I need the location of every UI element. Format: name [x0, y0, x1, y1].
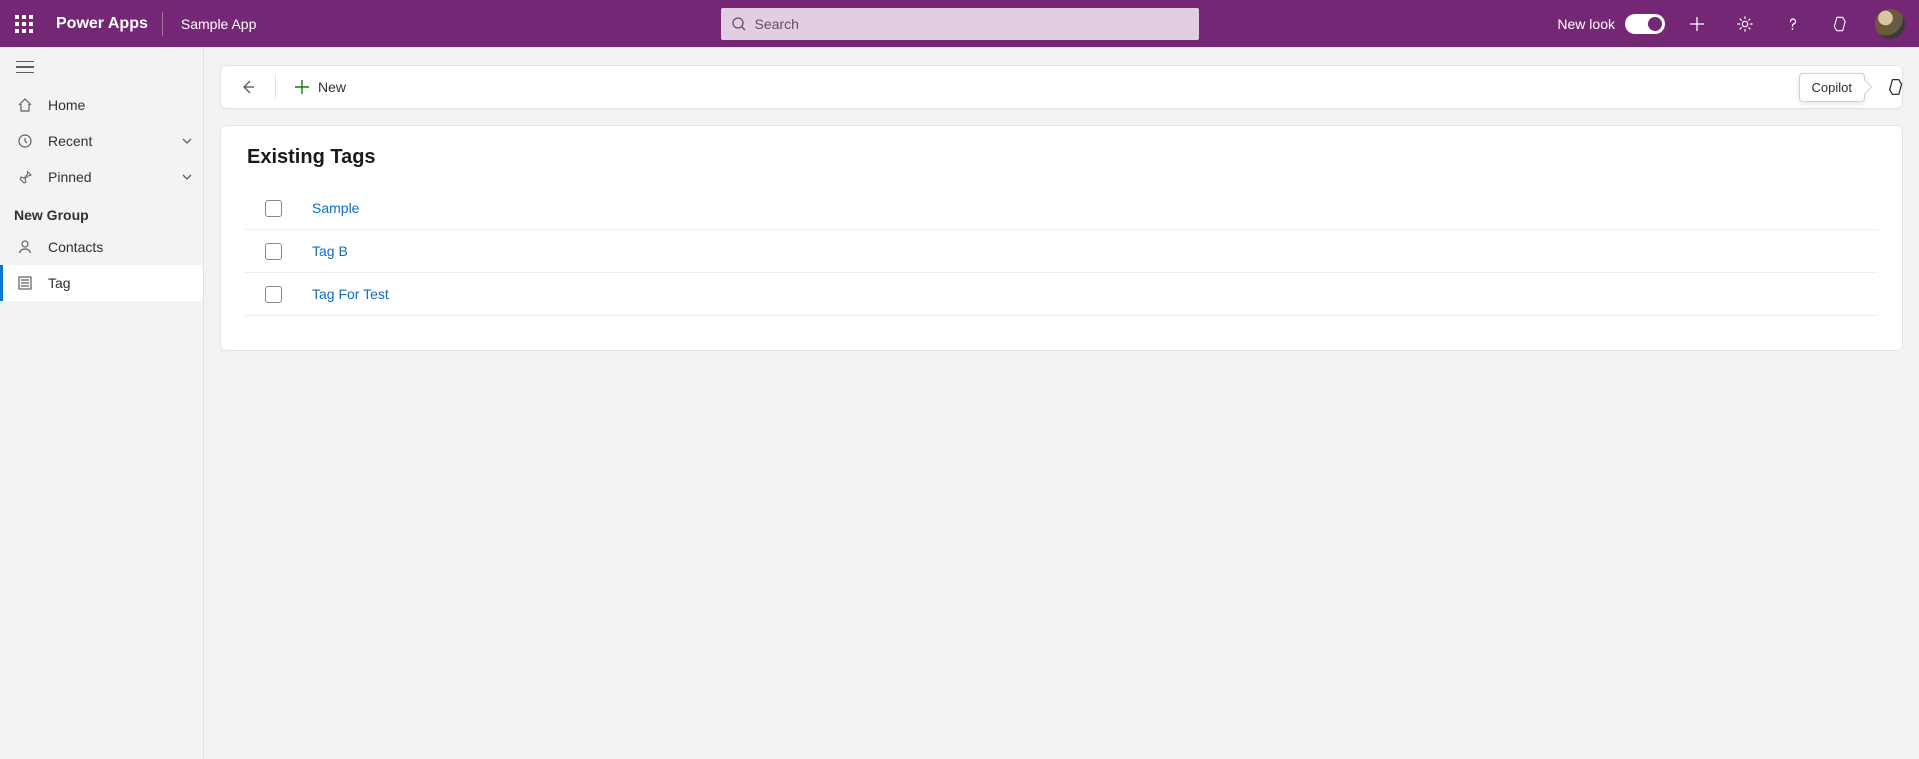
pin-icon [16, 169, 34, 185]
person-icon [16, 239, 34, 255]
nav-item-label: Pinned [48, 169, 92, 185]
nav-group-label: New Group [0, 195, 203, 229]
product-name: Power Apps [48, 15, 162, 33]
row-checkbox[interactable] [265, 200, 282, 217]
content-card: Existing Tags Sample Tag B Tag For Test [220, 125, 1903, 351]
add-button[interactable] [1673, 0, 1721, 47]
waffle-icon [15, 15, 33, 33]
new-look-toggle-group: New look [1551, 14, 1673, 34]
chevron-down-icon [181, 171, 193, 183]
search-box[interactable] [721, 8, 1199, 40]
plus-icon [294, 79, 310, 95]
new-button-label: New [318, 79, 346, 95]
search-input[interactable] [755, 16, 1189, 32]
section-title: Existing Tags [245, 146, 1878, 169]
search-icon [731, 16, 747, 32]
row-checkbox[interactable] [265, 243, 282, 260]
copilot-tooltip: Copilot [1799, 73, 1865, 102]
settings-button[interactable] [1721, 0, 1769, 47]
table-row: Tag For Test [245, 273, 1878, 316]
copilot-icon [1831, 14, 1851, 34]
left-nav: Home Recent Pinned New Group [0, 47, 204, 759]
back-button[interactable] [229, 69, 267, 105]
back-arrow-icon [239, 78, 257, 96]
tag-name-link[interactable]: Sample [312, 200, 359, 216]
gear-icon [1736, 15, 1754, 33]
nav-item-label: Home [48, 97, 85, 113]
app-body: Home Recent Pinned New Group [0, 47, 1919, 759]
global-header: Power Apps Sample App New look [0, 0, 1919, 47]
copilot-rail: Copilot [1799, 65, 1919, 109]
nav-item-recent[interactable]: Recent [0, 123, 203, 159]
question-icon [1784, 15, 1802, 33]
new-button[interactable]: New [284, 69, 356, 105]
global-search [721, 8, 1199, 40]
tag-list: Sample Tag B Tag For Test [245, 187, 1878, 316]
new-look-toggle[interactable] [1625, 14, 1665, 34]
copilot-header-button[interactable] [1817, 0, 1865, 47]
home-icon [16, 97, 34, 113]
new-look-label: New look [1557, 16, 1615, 32]
toggle-knob [1648, 17, 1662, 31]
nav-item-label: Tag [48, 275, 71, 291]
header-right: New look [1551, 0, 1919, 47]
nav-item-home[interactable]: Home [0, 87, 203, 123]
row-checkbox[interactable] [265, 286, 282, 303]
list-icon [16, 275, 34, 291]
nav-item-tag[interactable]: Tag [0, 265, 203, 301]
main-area: New Copilot Existing Tags Sample Tag B Tag… [204, 47, 1919, 759]
nav-collapse-row [0, 47, 203, 87]
nav-item-label: Contacts [48, 239, 103, 255]
copilot-side-button[interactable] [1875, 65, 1919, 109]
app-breadcrumb[interactable]: Sample App [163, 16, 275, 32]
app-launcher-button[interactable] [0, 0, 48, 47]
copilot-icon [1886, 76, 1908, 98]
command-separator [275, 75, 276, 99]
nav-item-contacts[interactable]: Contacts [0, 229, 203, 265]
chevron-down-icon [181, 135, 193, 147]
help-button[interactable] [1769, 0, 1817, 47]
plus-icon [1688, 15, 1706, 33]
nav-collapse-button[interactable] [16, 61, 34, 74]
tag-name-link[interactable]: Tag For Test [312, 286, 389, 302]
table-row: Tag B [245, 230, 1878, 273]
nav-item-pinned[interactable]: Pinned [0, 159, 203, 195]
nav-item-label: Recent [48, 133, 92, 149]
tag-name-link[interactable]: Tag B [312, 243, 348, 259]
table-row: Sample [245, 187, 1878, 230]
user-avatar[interactable] [1875, 9, 1905, 39]
command-bar: New [220, 65, 1903, 109]
clock-icon [16, 133, 34, 149]
